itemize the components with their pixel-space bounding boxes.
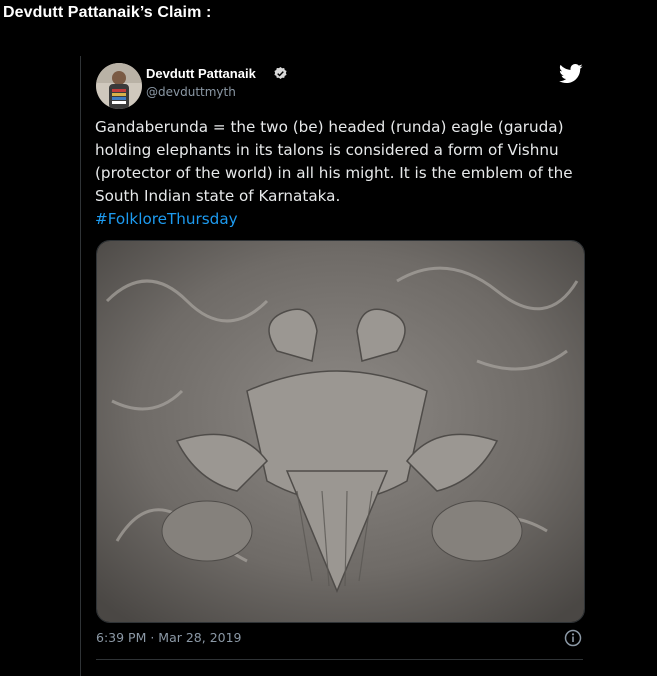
page-heading: Devdutt Pattanaik’s Claim : <box>3 4 212 21</box>
divider <box>96 659 583 660</box>
avatar[interactable] <box>96 63 142 109</box>
author-name[interactable]: Devdutt Pattanaik <box>146 66 256 81</box>
info-icon[interactable] <box>564 629 582 647</box>
gandaberunda-carving-image <box>97 241 584 622</box>
tweet-timestamp[interactable]: 6:39 PM · Mar 28, 2019 <box>96 630 242 645</box>
tweet-text: Gandaberunda = the two (be) headed (rund… <box>95 116 590 231</box>
twitter-bird-icon[interactable] <box>558 64 583 84</box>
hashtag-link[interactable]: #FolkloreThursday <box>95 208 590 231</box>
verified-badge-icon <box>273 66 288 81</box>
tweet-body: Gandaberunda = the two (be) headed (rund… <box>95 118 573 205</box>
author-handle[interactable]: @devduttmyth <box>146 85 236 99</box>
tweet-image[interactable] <box>96 240 585 623</box>
embedded-tweet[interactable]: Devdutt Pattanaik @devduttmyth Gandaberu… <box>80 56 601 676</box>
